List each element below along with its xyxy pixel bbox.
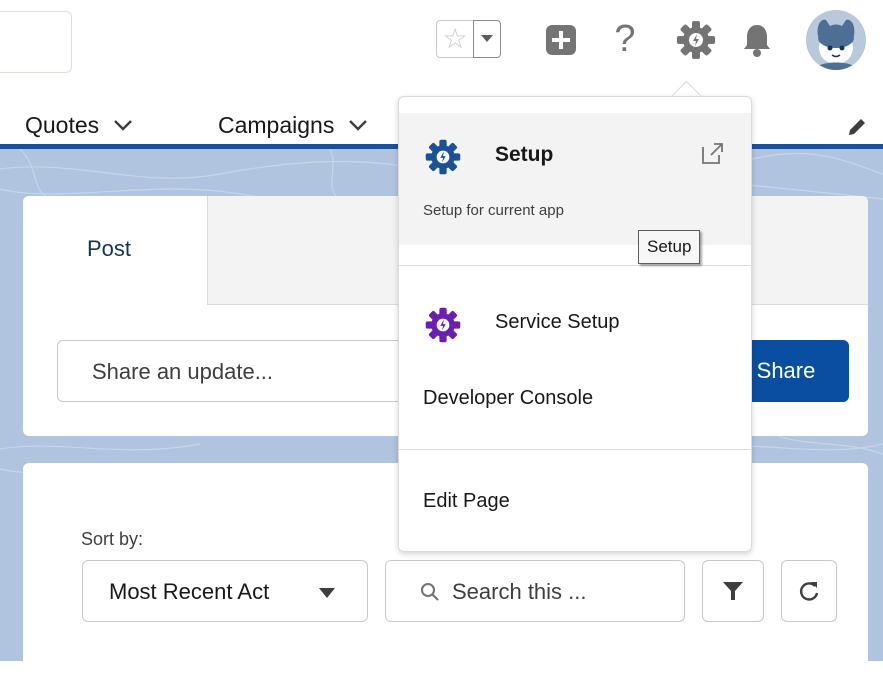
sort-by-value: Most Recent Act xyxy=(109,579,270,604)
tab-post-label: Post xyxy=(87,236,132,261)
global-actions-plus-icon[interactable] xyxy=(546,25,576,55)
edit-nav-pencil-icon[interactable] xyxy=(846,116,868,138)
filter-button[interactable] xyxy=(702,560,764,622)
refresh-icon xyxy=(800,582,819,601)
menu-service-setup-label: Service Setup xyxy=(495,311,620,333)
feed-search-placeholder: Search this ... xyxy=(452,579,587,604)
menu-item-edit-page[interactable]: Edit Page xyxy=(423,490,510,513)
menu-setup-title: Setup xyxy=(495,143,554,166)
nav-item-campaigns[interactable]: Campaigns xyxy=(218,112,368,139)
menu-item-setup[interactable]: Setup Setup for current app xyxy=(399,113,751,245)
tab-post[interactable]: Post xyxy=(23,196,208,305)
nav-item-label: Quotes xyxy=(25,112,100,138)
favorites-dropdown-button[interactable] xyxy=(473,20,501,58)
setup-gear-icon[interactable] xyxy=(674,18,718,62)
chevron-down-icon[interactable] xyxy=(113,119,133,132)
notifications-bell-icon[interactable] xyxy=(741,22,773,58)
sort-by-label: Sort by: xyxy=(81,529,144,549)
setup-menu: Setup Setup for current app Service Setu… xyxy=(398,96,752,552)
service-setup-gear-icon xyxy=(425,307,461,343)
nav-item-label: Campaigns xyxy=(218,112,335,138)
menu-divider xyxy=(399,265,751,266)
share-update-placeholder: Share an update... xyxy=(92,359,274,384)
chevron-down-icon xyxy=(319,588,335,598)
setup-tooltip: Setup xyxy=(638,230,701,264)
global-search-box[interactable] xyxy=(0,11,72,73)
favorite-star-icon[interactable]: ☆ xyxy=(436,20,473,58)
chevron-down-icon[interactable] xyxy=(348,119,368,132)
user-avatar[interactable] xyxy=(806,10,866,70)
search-icon xyxy=(421,583,439,601)
sort-by-select[interactable]: Most Recent Act xyxy=(82,560,368,622)
menu-divider xyxy=(399,449,751,450)
menu-item-service-setup[interactable]: Service Setup xyxy=(399,297,751,349)
chevron-down-icon xyxy=(481,35,493,42)
filter-icon xyxy=(723,582,743,600)
menu-item-developer-console[interactable]: Developer Console xyxy=(423,387,593,410)
menu-setup-description: Setup for current app xyxy=(423,202,564,219)
setup-gear-icon xyxy=(425,139,461,175)
share-update-input[interactable]: Share an update... xyxy=(57,340,457,402)
open-in-new-window-icon[interactable] xyxy=(699,141,725,167)
refresh-button[interactable] xyxy=(781,560,837,622)
favorites-group: ☆ xyxy=(436,20,501,58)
help-icon[interactable]: ? xyxy=(608,18,642,60)
nav-item-quotes[interactable]: Quotes xyxy=(25,112,133,139)
feed-search-input[interactable]: Search this ... xyxy=(385,560,685,622)
